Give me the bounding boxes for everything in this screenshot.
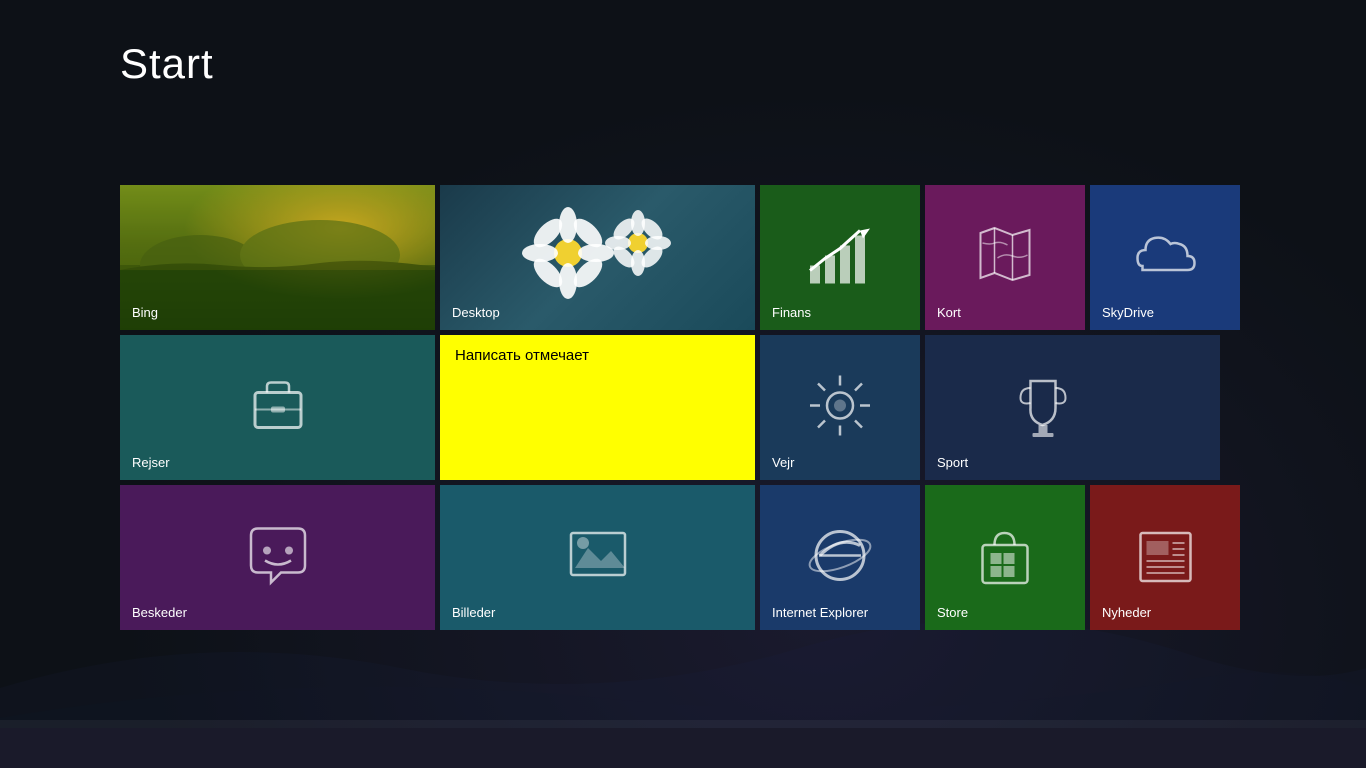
- tile-bing[interactable]: Bing: [120, 185, 435, 330]
- ie-label: Internet Explorer: [772, 605, 908, 620]
- beskeder-label: Beskeder: [132, 605, 423, 620]
- rejser-label: Rejser: [132, 455, 423, 470]
- internet-explorer-icon: [805, 520, 875, 590]
- tile-billeder[interactable]: Billeder: [440, 485, 755, 630]
- tile-beskeder[interactable]: Beskeder: [120, 485, 435, 630]
- nyheder-label: Nyheder: [1102, 605, 1228, 620]
- vejr-icon: [805, 370, 875, 445]
- kort-label: Kort: [937, 305, 1073, 320]
- chat-icon: [243, 520, 313, 590]
- tile-finans[interactable]: Finans: [760, 185, 920, 330]
- billeder-icon: [563, 523, 633, 593]
- rejser-icon: [243, 370, 313, 445]
- nyheder-icon: [1133, 523, 1198, 593]
- store-icon: [973, 523, 1038, 593]
- beskeder-icon: [243, 520, 313, 595]
- desktop-label: Desktop: [452, 305, 743, 320]
- shopping-bag-icon: [973, 523, 1038, 588]
- photos-icon: [563, 523, 633, 588]
- tile-desktop[interactable]: Desktop: [440, 185, 755, 330]
- flowers-svg: [498, 198, 698, 318]
- tile-ie[interactable]: Internet Explorer: [760, 485, 920, 630]
- store-label: Store: [937, 605, 1073, 620]
- chart-icon: [805, 220, 875, 290]
- sport-label: Sport: [937, 455, 1208, 470]
- scroll-bar-area[interactable]: [0, 720, 1366, 728]
- tile-sport[interactable]: Sport: [925, 335, 1220, 480]
- kort-icon: [973, 223, 1038, 293]
- tile-nyheder[interactable]: Nyheder: [1090, 485, 1240, 630]
- page-title: Start: [120, 40, 214, 88]
- tile-kort[interactable]: Kort: [925, 185, 1085, 330]
- finans-label: Finans: [772, 305, 908, 320]
- tile-vejr[interactable]: Vejr: [760, 335, 920, 480]
- sun-icon: [805, 370, 875, 440]
- tile-skydrive[interactable]: SkyDrive: [1090, 185, 1240, 330]
- trophy-icon: [1011, 373, 1076, 438]
- skydrive-icon: [1133, 228, 1198, 288]
- billeder-label: Billeder: [452, 605, 743, 620]
- bing-label: Bing: [132, 305, 423, 320]
- skydrive-label: SkyDrive: [1102, 305, 1228, 320]
- tile-store[interactable]: Store: [925, 485, 1085, 630]
- newspaper-icon: [1133, 523, 1198, 588]
- cloud-icon: [1133, 228, 1198, 283]
- ie-icon: [805, 520, 875, 595]
- finans-icon: [805, 220, 875, 295]
- tile-rejser[interactable]: Rejser: [120, 335, 435, 480]
- tile-note[interactable]: Написать отмечает: [440, 335, 755, 480]
- taskbar: [0, 728, 1366, 768]
- suitcase-icon: [243, 370, 313, 440]
- tiles-grid: Bing: [120, 185, 1220, 630]
- vejr-label: Vejr: [772, 455, 908, 470]
- note-text: Написать отмечает: [455, 347, 589, 364]
- sport-icon: [1011, 373, 1076, 443]
- map-icon: [973, 223, 1038, 288]
